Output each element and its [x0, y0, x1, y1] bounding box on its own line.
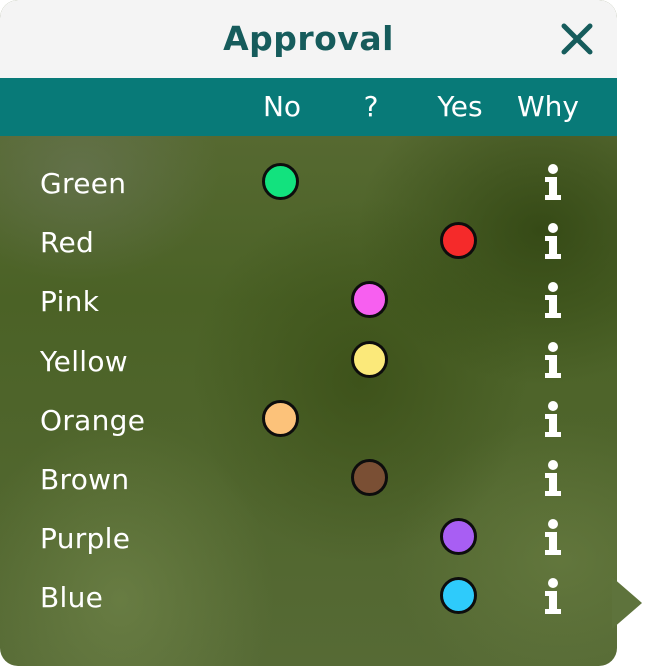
info-icon — [545, 460, 561, 496]
approval-row: Pink — [0, 272, 617, 331]
info-icon — [545, 223, 561, 259]
info-icon — [545, 519, 561, 555]
selection-dot[interactable] — [262, 163, 299, 200]
column-header-yes: Yes — [437, 90, 483, 123]
approval-row: Brown — [0, 450, 617, 509]
column-header-why: Why — [516, 90, 579, 123]
selection-dot[interactable] — [440, 577, 477, 614]
selection-dot[interactable] — [440, 518, 477, 555]
info-icon — [545, 578, 561, 614]
row-label: Brown — [40, 463, 130, 496]
info-icon — [545, 282, 561, 318]
callout-pointer — [612, 577, 642, 629]
info-icon — [545, 342, 561, 378]
why-info-button[interactable] — [536, 280, 570, 322]
column-header-bar: No ? Yes Why — [0, 78, 617, 136]
approval-row: Yellow — [0, 332, 617, 391]
why-info-button[interactable] — [536, 162, 570, 204]
approval-row: Red — [0, 213, 617, 272]
why-info-button[interactable] — [536, 221, 570, 263]
column-header-no: No — [262, 90, 302, 123]
row-label: Blue — [40, 581, 104, 614]
info-icon — [545, 401, 561, 437]
approval-row: Orange — [0, 391, 617, 450]
selection-dot[interactable] — [351, 281, 388, 318]
approval-row: Green — [0, 154, 617, 213]
why-info-button[interactable] — [536, 517, 570, 559]
close-button[interactable] — [556, 18, 598, 60]
row-label: Orange — [40, 404, 146, 437]
why-info-button[interactable] — [536, 340, 570, 382]
why-info-button[interactable] — [536, 576, 570, 618]
row-label: Red — [40, 226, 95, 259]
row-label: Yellow — [40, 345, 129, 378]
info-icon — [545, 164, 561, 200]
selection-dot[interactable] — [262, 400, 299, 437]
approval-dialog: Approval No ? Yes Why Green Red Pink Yellow… — [0, 0, 617, 666]
approval-row: Blue — [0, 568, 617, 627]
column-header-unsure: ? — [363, 90, 379, 123]
row-label: Green — [40, 167, 127, 200]
selection-dot[interactable] — [440, 222, 477, 259]
why-info-button[interactable] — [536, 399, 570, 441]
selection-dot[interactable] — [351, 341, 388, 378]
selection-dot[interactable] — [351, 459, 388, 496]
row-label: Purple — [40, 522, 131, 555]
approval-row: Purple — [0, 509, 617, 568]
row-label: Pink — [40, 285, 100, 318]
why-info-button[interactable] — [536, 458, 570, 500]
title-bar: Approval — [0, 0, 617, 78]
close-icon — [561, 23, 593, 55]
dialog-title: Approval — [223, 19, 394, 58]
